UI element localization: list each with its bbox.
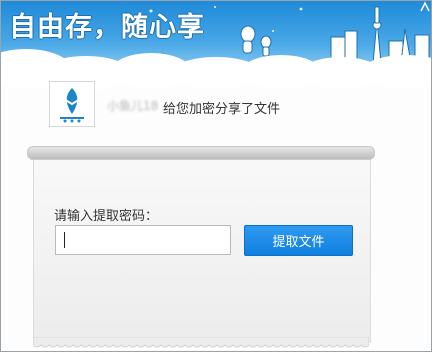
text-caret [64, 232, 65, 248]
sender-name[interactable]: 小鱼儿18 [107, 97, 158, 114]
cloud-shape [361, 55, 431, 89]
extract-file-button[interactable]: 提取文件 [244, 225, 353, 256]
avatar[interactable] [49, 81, 95, 127]
password-prompt: 请输入提取密码： [54, 209, 159, 224]
password-input[interactable] [55, 225, 231, 255]
banner-slogan: 自由存，随心享 [9, 12, 205, 43]
page-frame: 自由存，随心享 小鱼儿18 给您加密分享了文件 请输入提取密码： 提取文件 [0, 0, 432, 352]
scroll-roll-top [27, 146, 375, 160]
logo-fish-icon [60, 88, 84, 123]
share-message: 给您加密分享了文件 [163, 102, 281, 117]
torn-paper-edge [33, 337, 369, 348]
